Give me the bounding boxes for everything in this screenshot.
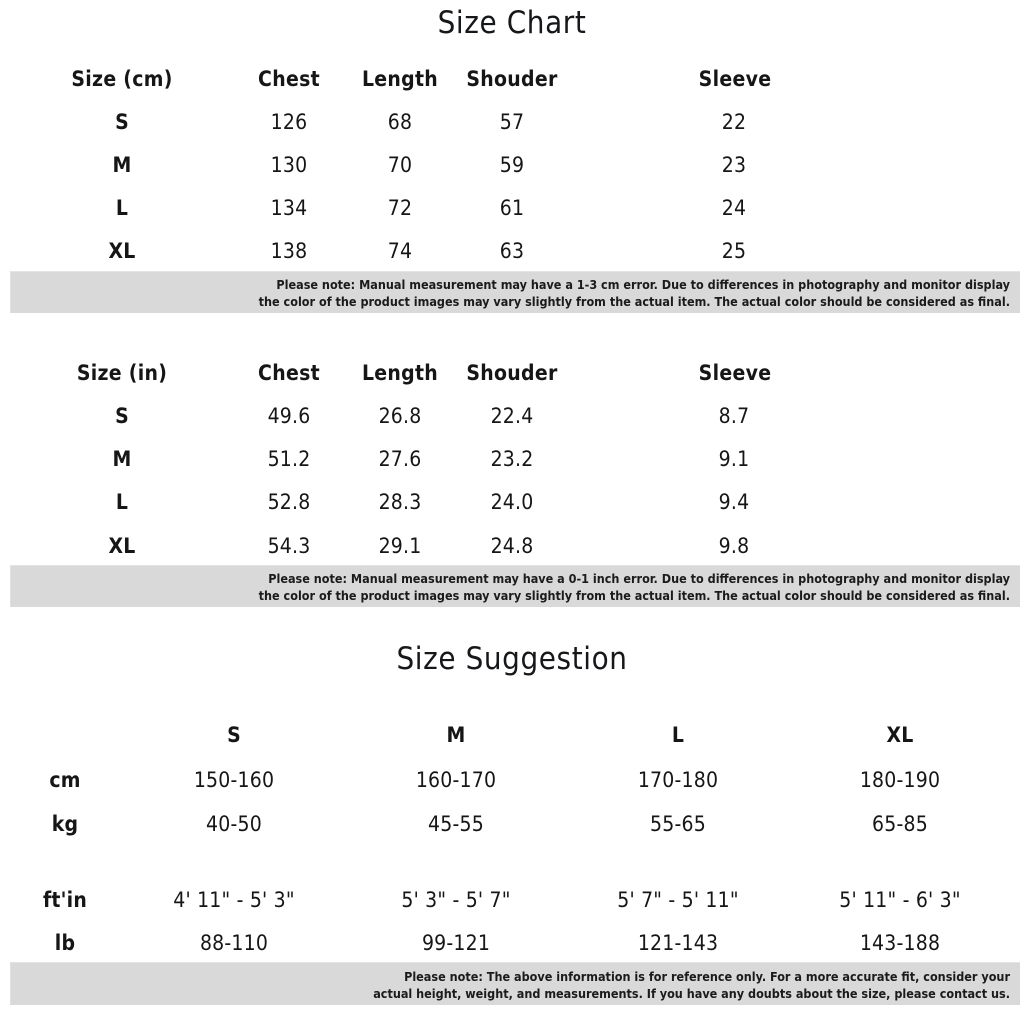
table-cell: 5' 7" - 5' 11" [617,888,739,912]
table-cell: 5' 11" - 6' 3" [839,888,961,912]
table-cell: 72 [387,196,413,220]
table-cell: 4' 11" - 5' 3" [173,888,295,912]
column-header-shoulder-cm: Shouder [466,67,558,91]
table-cell: 9.8 [718,534,750,558]
page-title-size-chart: Size Chart [437,5,587,41]
column-header-length-cm: Length [361,67,439,91]
table-row: L [115,196,129,220]
table-cell: 63 [499,239,525,263]
note-band-suggestion: Please note: The above information is fo… [10,962,1020,1005]
table-row: L [115,490,129,514]
column-header-shoulder-in: Shouder [466,361,558,385]
table-row: S [115,404,129,428]
table-cell: 70 [387,153,413,177]
note-band-cm: Please note: Manual measurement may have… [10,271,1020,313]
note-line: actual height, weight, and measurements.… [373,985,1010,1001]
column-header-size-cm: Size (cm) [71,67,173,91]
table-cell: 45-55 [428,812,484,836]
table-cell: 126 [270,110,308,134]
table-cell: 29.1 [378,534,422,558]
table-cell: 134 [270,196,308,220]
table-cell: 24 [721,196,747,220]
table-cell: 8.7 [718,404,750,428]
column-header-length-in: Length [361,361,439,385]
table-cell: 143-188 [859,931,941,955]
table-cell: 22 [721,110,747,134]
table-cell: 51.2 [267,447,311,471]
table-cell: 9.1 [718,447,750,471]
table-cell: 55-65 [650,812,706,836]
table-cell: 61 [499,196,525,220]
table-cell: 99-121 [421,931,491,955]
column-header-s: S [227,723,241,747]
table-cell: 24.8 [490,534,534,558]
size-chart-page: Size Chart Size (cm) Chest Length Shoude… [0,0,1024,1015]
note-line: the color of the product images may vary… [258,294,1010,309]
table-cell: 121-143 [637,931,719,955]
note-line: Please note: The above information is fo… [404,968,1010,984]
note-line: the color of the product images may vary… [258,588,1010,603]
row-label-kg: kg [51,812,79,836]
table-cell: 138 [270,239,308,263]
table-row: S [115,110,129,134]
table-cell: 28.3 [378,490,422,514]
column-header-sleeve-cm: Sleeve [698,67,772,91]
table-cell: 88-110 [199,931,269,955]
table-cell: 54.3 [267,534,311,558]
note-line: Please note: Manual measurement may have… [276,277,1010,292]
table-cell: 160-170 [415,768,497,792]
table-cell: 59 [499,153,525,177]
column-header-m: M [446,723,466,747]
table-cell: 23 [721,153,747,177]
column-header-l: L [671,723,685,747]
row-label-ftin: ft'in [43,888,87,912]
table-cell: 26.8 [378,404,422,428]
table-row: XL [108,239,136,263]
note-band-in: Please note: Manual measurement may have… [10,565,1020,607]
table-cell: 23.2 [490,447,534,471]
table-cell: 150-160 [193,768,275,792]
table-cell: 52.8 [267,490,311,514]
table-row: M [112,447,132,471]
table-cell: 22.4 [490,404,534,428]
table-cell: 27.6 [378,447,422,471]
column-header-sleeve-in: Sleeve [698,361,772,385]
table-cell: 170-180 [637,768,719,792]
note-line: Please note: Manual measurement may have… [268,571,1010,586]
column-header-xl: XL [886,723,914,747]
column-header-size-in: Size (in) [76,361,168,385]
page-title-size-suggestion: Size Suggestion [396,641,628,677]
column-header-chest-in: Chest [258,361,320,385]
table-cell: 5' 3" - 5' 7" [401,888,511,912]
table-row: M [112,153,132,177]
column-header-chest-cm: Chest [258,67,320,91]
row-label-lb: lb [54,931,76,955]
table-cell: 130 [270,153,308,177]
table-cell: 74 [387,239,413,263]
table-cell: 57 [499,110,525,134]
table-cell: 180-190 [859,768,941,792]
table-row: XL [108,534,136,558]
table-cell: 24.0 [490,490,534,514]
table-cell: 40-50 [206,812,262,836]
table-cell: 68 [387,110,413,134]
table-cell: 49.6 [267,404,311,428]
table-cell: 65-85 [872,812,928,836]
row-label-cm: cm [49,768,81,792]
table-cell: 9.4 [718,490,750,514]
table-cell: 25 [721,239,747,263]
